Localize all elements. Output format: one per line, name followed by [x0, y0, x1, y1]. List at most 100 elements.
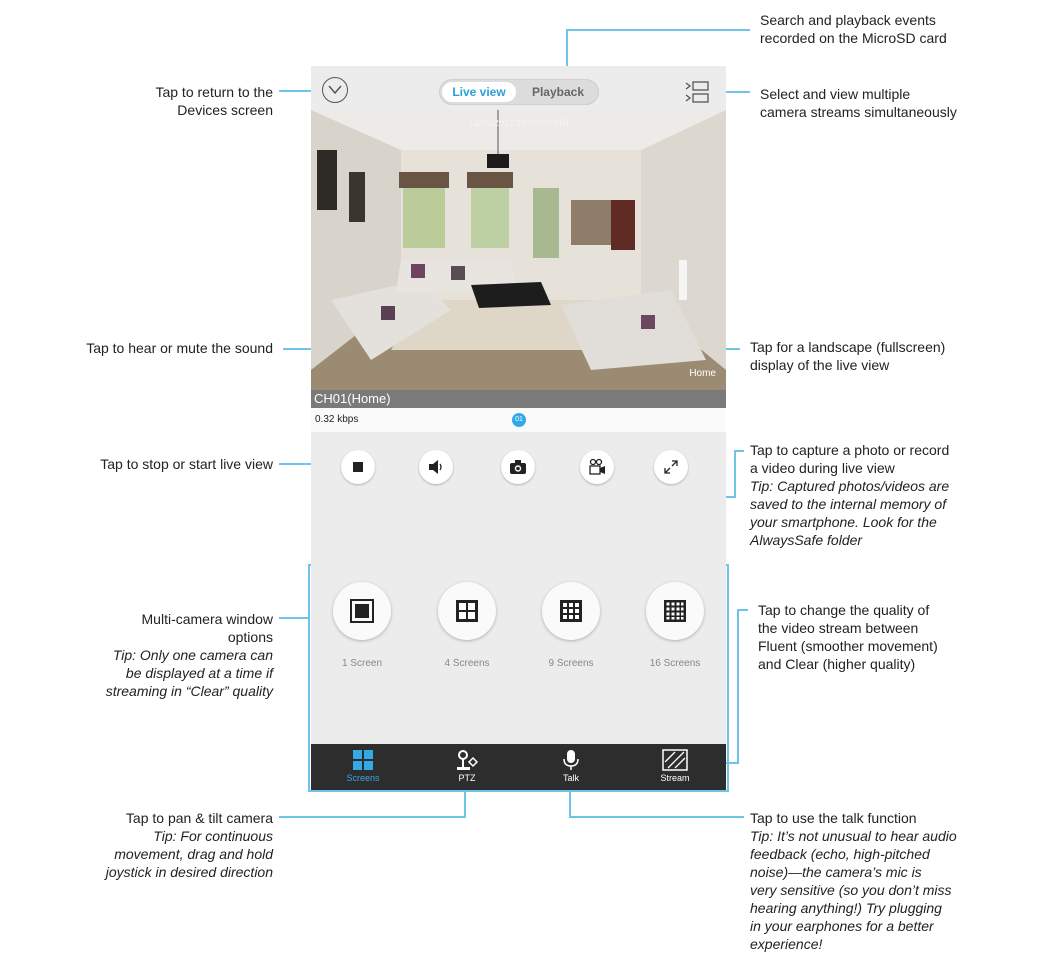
- annotation-line: Tap to stop or start live view: [100, 456, 273, 472]
- annotation-tip: AlwaysSafe folder: [750, 532, 863, 548]
- four-screens-icon: [456, 600, 478, 622]
- annotation-sound: Tap to hear or mute the sound: [20, 339, 273, 357]
- tab-label: Screens: [346, 773, 380, 783]
- tab-label: Stream: [660, 773, 690, 783]
- annotation-line: Fluent (smoother movement): [758, 638, 938, 654]
- sound-button[interactable]: [419, 450, 453, 484]
- stop-icon: [353, 462, 363, 472]
- tab-stream[interactable]: Stream: [623, 744, 727, 790]
- room-scene-image: [311, 110, 726, 390]
- layout-label: 16 Screens: [649, 658, 701, 669]
- annotation-line: camera streams simultaneously: [760, 104, 957, 120]
- view-mode-toggle: Live view Playback: [439, 79, 599, 105]
- option-9-screens[interactable]: 9 Screens: [541, 582, 601, 669]
- layout-1-button[interactable]: [333, 582, 391, 640]
- channel-label: CH01(Home): [311, 390, 726, 408]
- video-record-icon: [589, 458, 605, 475]
- annotation-pan-tilt: Tap to pan & tilt camera Tip: For contin…: [20, 809, 273, 881]
- tab-ptz[interactable]: PTZ: [415, 744, 519, 790]
- annotation-tip: Tip: Captured photos/videos are: [750, 478, 950, 494]
- annotation-tip: streaming in “Clear” quality: [105, 683, 273, 699]
- annotation-tip: feedback (echo, high-pitched: [750, 846, 930, 862]
- live-video[interactable]: 12/05/2017 10:00:00 FRI Home: [311, 110, 726, 390]
- microphone-icon: [563, 750, 579, 770]
- annotation-multi-view: Select and view multiple camera streams …: [760, 85, 957, 121]
- speaker-icon: [429, 460, 442, 474]
- multi-view-icon[interactable]: [684, 80, 710, 104]
- annotation-line: Tap for a landscape (fullscreen): [750, 339, 946, 355]
- annotation-line: Tap to return to the: [155, 84, 273, 100]
- tab-label: PTZ: [458, 773, 476, 783]
- annotation-tip: joystick in desired direction: [105, 864, 273, 880]
- top-bar: Live view Playback: [311, 66, 726, 110]
- annotation-tip: Tip: For continuous: [153, 828, 273, 844]
- annotation-line: Tap to use the talk function: [750, 810, 917, 826]
- fullscreen-button[interactable]: [654, 450, 688, 484]
- annotation-capture: Tap to capture a photo or record a video…: [750, 441, 949, 549]
- annotation-search: Search and playback events recorded on t…: [760, 11, 947, 47]
- annotation-tip: experience!: [750, 936, 823, 952]
- annotation-line: Tap to capture a photo or record: [750, 442, 950, 458]
- tab-playback[interactable]: Playback: [520, 82, 596, 102]
- tab-live-view[interactable]: Live view: [442, 82, 516, 102]
- annotation-tip: Tip: Only one camera can: [112, 647, 273, 663]
- nine-screens-icon: [560, 600, 582, 622]
- annotation-line: Tap to change the quality of: [758, 602, 930, 618]
- page-indicator[interactable]: 01: [512, 413, 526, 427]
- annotation-line: Search and playback events: [760, 12, 936, 28]
- annotation-line: the video stream between: [758, 620, 919, 636]
- fullscreen-icon: [664, 460, 678, 474]
- layout-4-button[interactable]: [438, 582, 496, 640]
- annotation-line: recorded on the MicroSD card: [760, 30, 947, 46]
- option-16-screens[interactable]: 16 Screens: [645, 582, 705, 669]
- annotation-tip: in your earphones for a better: [750, 918, 934, 934]
- annotation-talk: Tap to use the talk function Tip: It’s n…: [750, 809, 957, 953]
- annotation-tip: movement, drag and hold: [114, 846, 273, 862]
- annotation-tip: be displayed at a time if: [125, 665, 273, 681]
- layout-16-button[interactable]: [646, 582, 704, 640]
- annotation-stop: Tap to stop or start live view: [20, 455, 273, 473]
- annotation-return: Tap to return to the Devices screen: [60, 83, 273, 119]
- record-button[interactable]: [580, 450, 614, 484]
- app-screen: Live view Playback 12/05/2017 10:00:00 F…: [311, 66, 726, 790]
- annotation-tip: saved to the internal memory of: [750, 496, 947, 512]
- bitrate-value: 0.32 kbps: [315, 414, 359, 425]
- chevron-down-icon: [328, 85, 342, 95]
- layout-label: 4 Screens: [444, 658, 490, 669]
- tab-label: Talk: [562, 773, 579, 783]
- snapshot-button[interactable]: [501, 450, 535, 484]
- camera-name-overlay: Home: [689, 368, 716, 379]
- single-screen-icon: [350, 599, 374, 623]
- annotation-tip: Tip: It’s not unusual to hear audio: [750, 828, 957, 844]
- camera-icon: [510, 460, 526, 474]
- annotation-tip: noise)—the camera’s mic is: [750, 864, 922, 880]
- stream-icon: [662, 749, 688, 771]
- tab-talk[interactable]: Talk: [519, 744, 623, 790]
- sixteen-screens-icon: [664, 600, 686, 622]
- annotation-line: Select and view multiple: [760, 86, 911, 102]
- annotation-line: Multi-camera window: [141, 611, 273, 627]
- annotation-window-options: Multi-camera window options Tip: Only on…: [40, 610, 273, 700]
- annotation-landscape: Tap for a landscape (fullscreen) display…: [750, 338, 945, 374]
- bottom-tab-bar: Screens PTZ Talk Stream: [311, 744, 726, 790]
- annotation-line: and Clear (higher quality): [758, 656, 916, 672]
- annotation-quality: Tap to change the quality of the video s…: [758, 601, 938, 673]
- bitrate-bar: 0.32 kbps 01: [311, 408, 726, 432]
- layout-label: 9 Screens: [548, 658, 594, 669]
- ptz-icon: [457, 750, 478, 770]
- option-4-screens[interactable]: 4 Screens: [437, 582, 497, 669]
- layout-label: 1 Screen: [341, 658, 383, 669]
- option-1-screen[interactable]: 1 Screen: [332, 582, 392, 669]
- annotation-tip: your smartphone. Look for the: [750, 514, 937, 530]
- tab-screens[interactable]: Screens: [311, 744, 415, 790]
- annotation-tip: very sensitive (so you don’t miss: [750, 882, 952, 898]
- annotation-line: options: [227, 629, 273, 645]
- screen-layout-options: 1 Screen 4 Screens 9 Screens 16 Screens: [311, 564, 726, 744]
- annotation-line: Tap to hear or mute the sound: [86, 340, 273, 356]
- back-button[interactable]: [322, 77, 348, 103]
- layout-9-button[interactable]: [542, 582, 600, 640]
- annotation-line: Tap to pan & tilt camera: [125, 810, 273, 826]
- stop-button[interactable]: [341, 450, 375, 484]
- annotation-line: a video during live view: [750, 460, 895, 476]
- annotation-line: display of the live view: [750, 357, 890, 373]
